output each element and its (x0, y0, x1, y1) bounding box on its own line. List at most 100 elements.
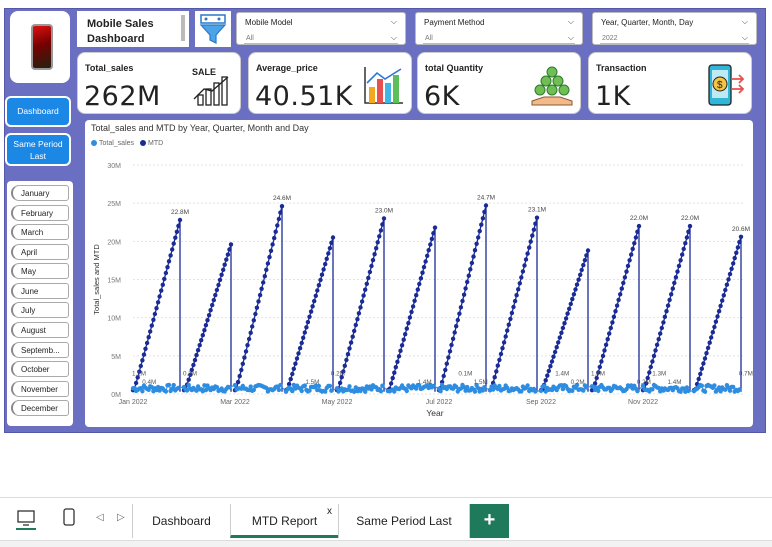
mtd-point (726, 277, 731, 282)
month-item-june[interactable]: June (11, 283, 69, 299)
tab-same-period-last[interactable]: Same Period Last (338, 504, 470, 538)
mtd-point (398, 348, 403, 353)
total-sales-point (166, 382, 172, 388)
mtd-point (632, 241, 637, 246)
slicer-value: All (246, 35, 254, 42)
month-item-march[interactable]: March (11, 224, 69, 240)
total-sales-point (472, 389, 478, 394)
mtd-point (242, 355, 247, 360)
slicer-mobile-model[interactable]: Mobile Model ⌵ All ⌵ (236, 12, 406, 45)
mtd-point (497, 357, 502, 363)
mtd-point (498, 351, 504, 357)
slicer-payment-method[interactable]: Payment Method ⌵ All ⌵ (415, 12, 583, 45)
total-sales-point (327, 383, 333, 389)
month-item-july[interactable]: July (11, 302, 69, 318)
filter-icon[interactable] (195, 11, 231, 47)
total-sales-point (163, 389, 169, 394)
tab-next-icon[interactable]: ▷ (117, 512, 125, 523)
same-period-last-nav-button[interactable]: Same Period Last (5, 133, 71, 166)
chevron-down-icon[interactable]: ⌵ (742, 17, 748, 27)
mtd-line-chart[interactable]: 0M 5M 10M 15M 20M 25M 30M Total_sales and MTD Ye… (85, 120, 753, 427)
total-sales-point (380, 383, 385, 388)
mtd-point (556, 340, 561, 345)
total-sales-data-label: 1.5M (305, 379, 319, 386)
add-page-button[interactable]: + (470, 504, 509, 538)
chevron-down-icon[interactable]: ⌵ (391, 33, 397, 43)
month-item-september[interactable]: Septemb... (11, 342, 69, 358)
mtd-point (559, 330, 564, 335)
mtd-point (305, 319, 311, 325)
mtd-point (199, 338, 204, 343)
dashboard-nav-button[interactable]: Dashboard (5, 96, 71, 127)
mtd-point (237, 373, 242, 379)
mtd-point (211, 297, 216, 303)
mtd-point (729, 266, 734, 271)
month-item-january[interactable]: January (11, 185, 69, 201)
total-sales-point (581, 388, 586, 393)
month-item-november[interactable]: November (11, 381, 69, 397)
total-sales-point (686, 388, 691, 394)
tab-mtd-report[interactable]: MTD Report x (230, 504, 338, 538)
mtd-point (208, 308, 213, 313)
mtd-point (517, 281, 522, 286)
close-tab-icon[interactable]: x (327, 495, 332, 529)
mtd-point (216, 282, 221, 288)
mtd-point (563, 316, 569, 321)
mtd-point (495, 363, 500, 368)
mtd-point (600, 353, 606, 359)
mtd-point (177, 217, 183, 223)
kpi-label: Total_sales (85, 63, 134, 73)
slicer-date-hierarchy[interactable]: Year, Quarter, Month, Day ⌵ 2022 ⌵ (592, 12, 757, 45)
mtd-point (471, 254, 476, 259)
mtd-point (610, 320, 615, 325)
mtd-point (460, 298, 465, 304)
mtd-point (508, 316, 513, 322)
month-item-may[interactable]: May (11, 263, 69, 279)
mtd-point (146, 335, 151, 340)
total-sales-data-label: 1.4M (668, 379, 682, 386)
total-sales-point (525, 383, 530, 388)
month-item-february[interactable]: February (11, 205, 69, 221)
mtd-point (611, 314, 617, 319)
mtd-point (548, 364, 553, 369)
chevron-down-icon[interactable]: ⌵ (568, 17, 574, 27)
mtd-point (528, 239, 533, 244)
mtd-data-label: 22.0M (630, 215, 648, 222)
mtd-point (602, 348, 607, 353)
mtd-point (686, 229, 691, 234)
mtd-point (217, 277, 223, 283)
title-scrollbar[interactable] (181, 15, 185, 41)
mtd-point (403, 332, 408, 337)
mtd-point (152, 311, 158, 317)
chevron-down-icon[interactable]: ⌵ (742, 33, 748, 43)
mtd-point (256, 299, 261, 304)
month-item-april[interactable]: April (11, 244, 69, 260)
month-item-august[interactable]: August (11, 322, 69, 338)
mtd-point (704, 351, 709, 356)
mtd-point (162, 276, 167, 282)
mtd-point (480, 216, 486, 221)
month-item-december[interactable]: December (11, 400, 69, 416)
mtd-point (727, 271, 733, 277)
total-sales-data-label: 1.5M (474, 379, 488, 386)
mobile-view-icon[interactable] (63, 508, 75, 526)
total-sales-point (276, 387, 282, 393)
mtd-point (174, 229, 180, 234)
desktop-view-icon[interactable] (16, 509, 36, 531)
mtd-point (369, 263, 374, 269)
tab-dashboard[interactable]: Dashboard (132, 504, 230, 538)
mtd-point (406, 320, 411, 326)
mtd-point (597, 364, 602, 370)
tab-prev-icon[interactable]: ◁ (96, 512, 104, 523)
chevron-down-icon[interactable]: ⌵ (391, 17, 397, 27)
mtd-point (461, 292, 467, 297)
mtd-point (680, 252, 685, 257)
month-item-october[interactable]: October (11, 361, 69, 377)
mtd-point (367, 269, 373, 275)
chevron-down-icon[interactable]: ⌵ (568, 33, 574, 43)
mtd-point (374, 246, 379, 251)
mtd-point (578, 272, 583, 277)
mtd-point (347, 346, 352, 351)
mtd-point (681, 246, 686, 252)
mtd-point (483, 203, 489, 208)
